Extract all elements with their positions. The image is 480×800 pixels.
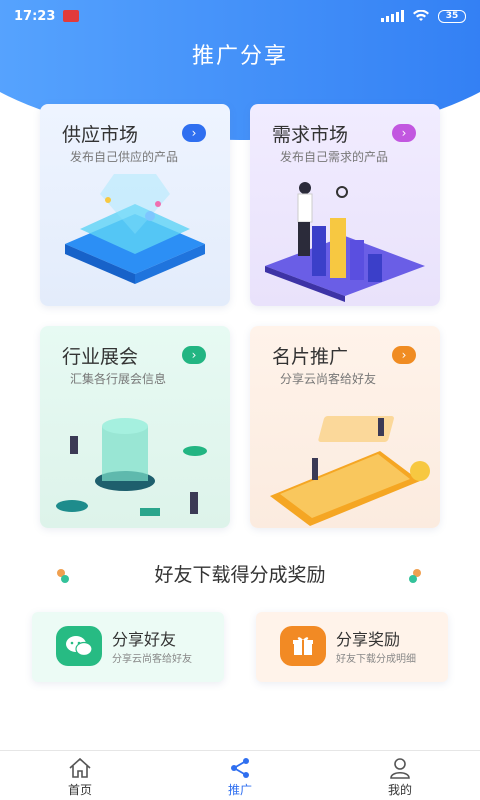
wifi-icon	[413, 10, 429, 21]
wechat-icon	[56, 626, 102, 666]
decoration-icon	[409, 569, 421, 583]
chevron-right-icon[interactable]: ›	[182, 346, 206, 364]
share-friend-card[interactable]: 分享好友 分享云尚客给好友	[32, 612, 224, 682]
card-subtitle: 汇集各行展会信息	[70, 372, 167, 386]
chevron-right-icon[interactable]: ›	[392, 346, 416, 364]
signal-icon	[381, 10, 404, 22]
share-reward-title: 分享奖励	[336, 630, 401, 649]
nav-promote[interactable]: 推广	[160, 751, 320, 800]
bottom-nav: 首页 推广 我的	[0, 750, 480, 800]
industry-expo-card[interactable]: 行业展会 › 汇集各行展会信息	[40, 326, 230, 528]
card-promo-illustration	[270, 416, 430, 526]
reward-heading: 好友下载得分成奖励	[154, 564, 326, 586]
notification-icon	[63, 10, 80, 22]
nav-home[interactable]: 首页	[0, 751, 160, 800]
status-bar: 17:23 35	[0, 0, 480, 32]
share-icon	[231, 758, 249, 778]
reward-heading-row: 好友下载得分成奖励	[0, 560, 480, 592]
share-friend-subtitle: 分享云尚客给好友	[112, 654, 192, 665]
share-reward-subtitle: 好友下载分成明细	[336, 654, 416, 665]
home-icon	[69, 757, 91, 778]
card-title: 名片推广	[272, 346, 349, 368]
decoration-icon	[57, 569, 69, 583]
gift-icon	[280, 626, 326, 666]
card-subtitle: 分享云尚客给好友	[280, 372, 377, 386]
card-subtitle: 发布自己需求的产品	[280, 150, 389, 164]
nav-me[interactable]: 我的	[320, 751, 480, 800]
supply-market-card[interactable]: 供应市场 › 发布自己供应的产品	[40, 104, 230, 306]
card-subtitle: 发布自己供应的产品	[70, 150, 179, 164]
nav-me-label: 我的	[387, 783, 412, 797]
card-title: 行业展会	[62, 346, 139, 368]
battery-icon: 35	[438, 9, 466, 23]
card-title: 需求市场	[272, 124, 349, 146]
nav-home-label: 首页	[67, 783, 92, 797]
nav-promote-label: 推广	[227, 783, 252, 797]
demand-illustration	[265, 182, 425, 302]
supply-illustration	[65, 174, 205, 284]
business-card-promo-card[interactable]: 名片推广 › 分享云尚客给好友	[250, 326, 440, 528]
expo-illustration	[56, 418, 207, 516]
chevron-right-icon[interactable]: ›	[392, 124, 416, 142]
demand-market-card[interactable]: 需求市场 › 发布自己需求的产品	[250, 104, 440, 306]
share-reward-card[interactable]: 分享奖励 好友下载分成明细	[256, 612, 448, 682]
user-icon	[390, 758, 410, 779]
card-title: 供应市场	[62, 124, 139, 146]
page-title: 推广分享	[191, 44, 288, 69]
share-friend-title: 分享好友	[112, 630, 177, 649]
chevron-right-icon[interactable]: ›	[182, 124, 206, 142]
status-time: 17:23	[14, 8, 56, 24]
